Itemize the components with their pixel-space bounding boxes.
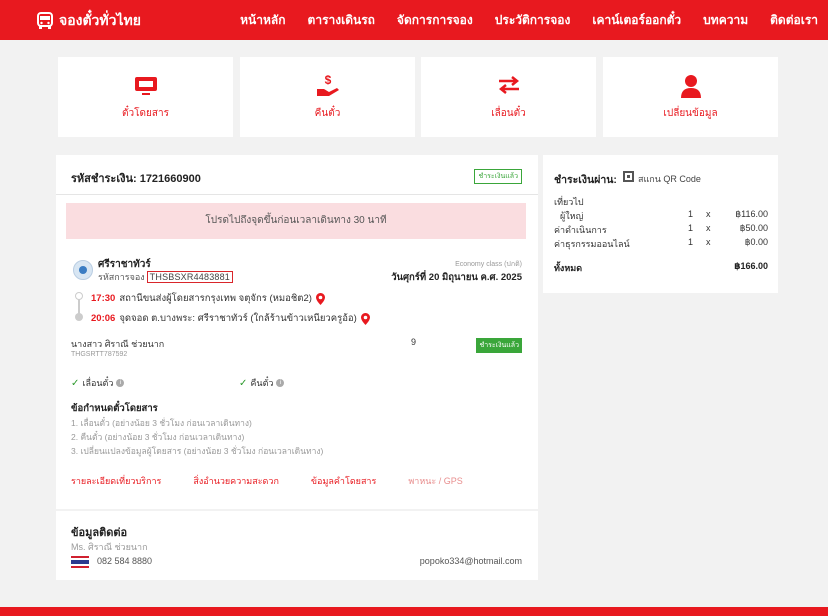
main-menu: หน้าหลัก ตารางเดินรถ จัดการการจอง ประวัต… [218,0,818,40]
passenger-ticket-id: THGSRTT787592 [71,351,128,358]
action-change-ticket[interactable]: เลื่อนตั๋ว [421,57,596,137]
payment-title: ชำระเงินผ่าน: [554,174,617,186]
detail-links: รายละเอียดเที่ยวบริการ สิ่งอำนวยความสะดว… [71,474,463,488]
contact-name: Ms. ศิราณี ช่วยนาก [71,542,148,552]
payment-status-badge: ชำระเงินแล้ว [474,169,522,184]
seat-class: Economy class (ปกติ) [455,261,522,268]
payment-code: รหัสชำระเงิน: 1721660900 [71,173,201,185]
footer-strip [0,607,828,616]
contact-phone: 082 584 8880 [97,556,153,566]
top-nav: จองตั๋วทั่วไทย หน้าหลัก ตารางเดินรถ จัดก… [0,0,828,40]
map-pin-icon[interactable] [315,292,325,305]
nav-manage-booking[interactable]: จัดการการจอง [397,11,473,30]
booking-code: THSBSXR4483881 [146,271,234,283]
nav-counters[interactable]: เคาน์เตอร์ออกตั๋ว [592,11,681,30]
stop-destination-time: 20:06 [91,313,116,324]
bus-icon [37,12,53,29]
feature-change-label: เลื่อนตั๋ว [82,378,114,388]
contact-title: ข้อมูลติดต่อ [71,527,128,539]
origin-dot [75,292,83,300]
payment-summary: ชำระเงินผ่าน: สแกน QR Code เที่ยวไป ผู้ใ… [543,155,778,293]
passenger-name: นางสาว ศิราณี ช่วยนาก [71,339,165,349]
feature-refund: ✓ คืนตั๋ว i [239,376,285,390]
stop-origin-place: สถานีขนส่งผู้โดยสารกรุงเทพ จตุจักร (หมอช… [119,293,312,304]
fare-line-amount: ฿50.00 [739,223,768,233]
rules-title: ข้อกำหนดตั๋วโดยสาร [71,403,158,414]
fare-line-times: x [706,223,711,233]
user-icon [680,75,701,98]
total-amount: ฿166.00 [734,261,768,271]
stop-destination: 20:06 จุดจอด ต.บางพระ: ศรีราชาทัวร์ (ใกล… [91,311,370,326]
brand-name: จองตั๋วทั่วไทย [59,12,141,28]
link-trip-details[interactable]: รายละเอียดเที่ยวบริการ [71,474,161,488]
ticket-icon [134,77,157,95]
total-row: ทั้งหมด ฿166.00 [554,261,768,273]
action-ticket[interactable]: ตั๋วโดยสาร [58,57,233,137]
brand-logo[interactable]: จองตั๋วทั่วไทย [36,10,141,32]
fare-line-qty: 1 [688,223,694,233]
rule-item: 3. เปลี่ยนแปลงข้อมูลผู้โดยสาร (อย่างน้อย… [71,446,324,456]
fare-line: ผู้ใหญ่ 1 x ฿116.00 [554,209,768,221]
fare-line-amount: ฿116.00 [735,209,768,219]
nav-schedule[interactable]: ตารางเดินรถ [308,11,375,30]
seat-number: 9 [411,337,417,347]
fare-line-times: x [706,237,711,247]
info-icon[interactable]: i [276,379,285,387]
nav-contact[interactable]: ติดต่อเรา [770,11,818,30]
nav-home[interactable]: หน้าหลัก [240,11,285,30]
check-icon: ✓ [71,377,80,389]
arrival-notice: โปรดไปถึงจุดขึ้นก่อนเวลาเดินทาง 30 นาที [66,203,526,239]
fare-line-qty: 1 [688,237,694,247]
map-pin-icon[interactable] [360,312,370,325]
fare-line-label: ผู้ใหญ่ [560,211,584,221]
trip-label: เที่ยวไป [554,197,584,207]
operator-logo [73,260,93,280]
payment-method: สแกน QR Code [638,174,701,184]
booking-panel: รหัสชำระเงิน: 1721660900 ชำระเงินแล้ว โป… [56,155,538,509]
nav-articles[interactable]: บทความ [703,11,748,30]
rule-item: 2. คืนตั๋ว (อย่างน้อย 3 ชั่วโมง ก่อนเวลา… [71,432,245,442]
qr-code-icon [623,171,634,182]
fare-line: ค่าดำเนินการ 1 x ฿50.00 [554,223,768,235]
divider [56,194,538,195]
feature-change: ✓ เลื่อนตั๋ว i [71,376,125,390]
booking-code-row: รหัสการจอง THSBSXR4483881 [98,270,234,284]
action-refund[interactable]: $ คืนตั๋ว [240,57,415,137]
thai-flag-icon [71,556,89,568]
travel-date: วันศุกร์ที่ 20 มิถุนายน ค.ศ. 2025 [391,272,522,283]
stop-origin: 17:30 สถานีขนส่งผู้โดยสารกรุงเทพ จตุจักร… [91,291,325,306]
link-facilities[interactable]: สิ่งอำนวยความสะดวก [193,474,279,488]
trip-label-row: เที่ยวไป [554,195,768,207]
booking-code-label: รหัสการจอง [98,272,145,282]
contact-panel: ข้อมูลติดต่อ Ms. ศิราณี ช่วยนาก 082 584 … [56,511,538,580]
refund-hand-icon: $ [316,73,339,96]
link-vehicle-gps[interactable]: พาหนะ / GPS [408,474,462,488]
fare-line-times: x [706,209,711,219]
check-icon: ✓ [239,377,248,389]
passenger-status-badge: ชำระเงินแล้ว [476,338,522,353]
swap-arrows-icon [498,76,519,94]
rule-item: 1. เลื่อนตั๋ว (อย่างน้อย 3 ชั่วโมง ก่อนเ… [71,418,252,428]
feature-refund-label: คืนตั๋ว [250,378,274,388]
fare-line-label: ค่าธุรกรรมออนไลน์ [554,239,630,249]
fare-line-label: ค่าดำเนินการ [554,225,607,235]
action-edit-info[interactable]: เปลี่ยนข้อมูล [603,57,778,137]
action-edit-info-label: เปลี่ยนข้อมูล [663,108,718,119]
fare-line: ค่าธุรกรรมออนไลน์ 1 x ฿0.00 [554,237,768,249]
total-label: ทั้งหมด [554,263,583,273]
action-refund-label: คืนตั๋ว [314,108,341,119]
action-ticket-label: ตั๋วโดยสาร [122,108,169,119]
link-fare-info[interactable]: ข้อมูลคำโดยสาร [311,474,376,488]
destination-dot [75,313,83,321]
contact-email: popoko334@hotmail.com [419,556,522,566]
svg-text:$: $ [324,73,331,87]
action-change-ticket-label: เลื่อนตั๋ว [491,108,526,119]
stop-origin-time: 17:30 [91,293,116,304]
stop-destination-place: จุดจอด ต.บางพระ: ศรีราชาทัวร์ (ใกล้ร้านข… [119,313,357,324]
nav-booking-history[interactable]: ประวัติการจอง [495,11,571,30]
fare-line-qty: 1 [688,209,694,219]
info-icon[interactable]: i [116,379,125,387]
fare-line-amount: ฿0.00 [744,237,768,247]
